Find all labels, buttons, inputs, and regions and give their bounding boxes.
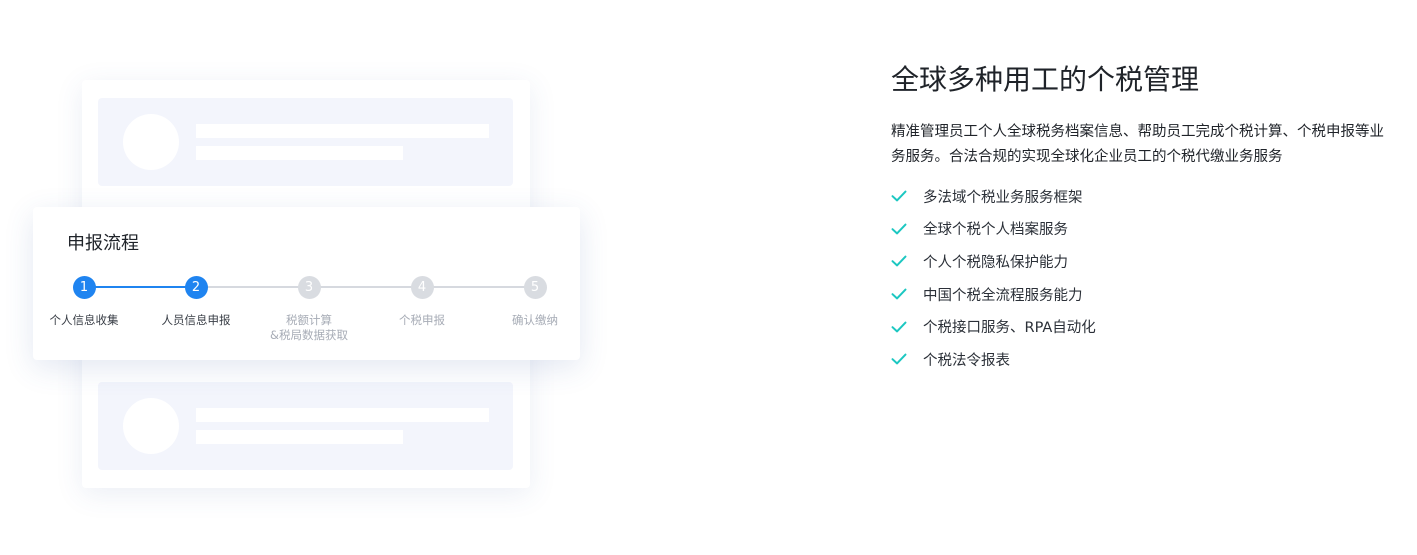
skeleton-line xyxy=(196,146,403,160)
step-connector xyxy=(309,286,422,288)
skeleton-line xyxy=(196,408,489,422)
skeleton-line xyxy=(196,124,489,138)
step-label-4: 个税申报 xyxy=(399,313,445,327)
step-label-2: 人员信息申报 xyxy=(161,313,231,327)
skeleton-block-top xyxy=(98,98,513,186)
check-icon xyxy=(891,190,923,202)
step-number-4: 4 xyxy=(410,276,434,299)
feature-item: 中国个税全流程服务能力 xyxy=(891,278,1391,311)
step-label-5: 确认缴纳 xyxy=(512,313,558,327)
feature-text: 多法域个税业务服务框架 xyxy=(923,189,1083,206)
feature-item: 个税法令报表 xyxy=(891,343,1391,376)
step-number-3: 3 xyxy=(297,276,321,299)
step-connector xyxy=(84,286,196,288)
section-title: 全球多种用工的个税管理 xyxy=(891,63,1200,96)
check-icon xyxy=(891,353,923,365)
feature-text: 个人个税隐私保护能力 xyxy=(923,254,1068,271)
feature-text: 个税法令报表 xyxy=(923,352,1010,369)
filing-process-card: 申报流程 1 个人信息收集 2 人员信息申报 3 税额计算 &税局数据获取 4 个税申报 5 确认… xyxy=(33,207,580,360)
check-icon xyxy=(891,288,923,300)
process-stepper: 1 个人信息收集 2 人员信息申报 3 税额计算 &税局数据获取 4 个税申报 5 确认缴纳 xyxy=(33,207,580,360)
check-icon xyxy=(891,255,923,267)
check-icon xyxy=(891,223,923,235)
feature-list: 多法域个税业务服务框架 全球个税个人档案服务 个人个税隐私保护能力 中国个税全流程服务… xyxy=(891,180,1391,376)
feature-text: 个税接口服务、RPA自动化 xyxy=(923,320,1096,337)
step-label-3: 税额计算 &税局数据获取 xyxy=(270,313,348,342)
section-description: 精准管理员工个人全球税务档案信息、帮助员工完成个税计算、个税申报等业务服务。合法… xyxy=(891,124,1384,165)
skeleton-avatar xyxy=(123,398,179,454)
feature-section: 全球多种用工的个税管理 精准管理员工个人全球税务档案信息、帮助员工完成个税计算、… xyxy=(891,62,1391,376)
feature-item: 多法域个税业务服务框架 xyxy=(891,180,1391,213)
feature-text: 中国个税全流程服务能力 xyxy=(923,287,1083,304)
step-number-2: 2 xyxy=(184,276,208,299)
step-label-1: 个人信息收集 xyxy=(49,313,119,327)
step-connector xyxy=(422,286,535,288)
feature-text: 全球个税个人档案服务 xyxy=(923,222,1068,239)
skeleton-avatar xyxy=(123,114,179,170)
step-number-5: 5 xyxy=(523,276,547,299)
step-number-1: 1 xyxy=(72,276,96,299)
check-icon xyxy=(891,321,923,333)
skeleton-block-bottom xyxy=(98,382,513,470)
step-connector xyxy=(196,286,309,288)
feature-item: 全球个税个人档案服务 xyxy=(891,213,1391,246)
skeleton-line xyxy=(196,430,403,444)
feature-item: 个税接口服务、RPA自动化 xyxy=(891,310,1391,343)
feature-item: 个人个税隐私保护能力 xyxy=(891,245,1391,278)
